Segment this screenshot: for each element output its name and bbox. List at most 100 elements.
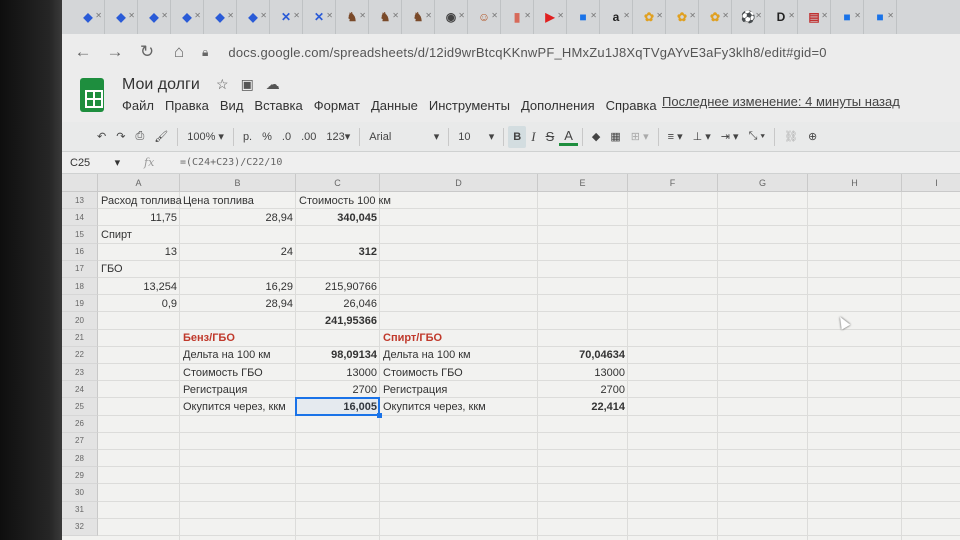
font-size-select[interactable]: 10 ▾ (453, 126, 499, 148)
merge-cells-icon[interactable]: ⊞ ▾ (626, 126, 654, 148)
column-header[interactable]: G (718, 174, 808, 192)
sheets-logo-icon[interactable] (80, 78, 104, 112)
column-header[interactable]: E (538, 174, 628, 192)
vertical-align-icon[interactable]: ⊥ ▾ (688, 126, 716, 148)
browser-tab[interactable]: ■ ✕ (864, 0, 897, 34)
cell-b21[interactable]: Бенз/ГБО (180, 330, 296, 347)
select-all-corner[interactable] (62, 174, 98, 192)
row-header[interactable]: 32 (62, 518, 98, 536)
close-tab-icon[interactable]: ✕ (128, 11, 135, 20)
menu-item[interactable]: Инструменты (429, 98, 510, 113)
reload-icon[interactable]: ↻ (138, 42, 156, 62)
row-header[interactable]: 18 (62, 278, 98, 296)
browser-tab[interactable]: ◆ ✕ (171, 0, 204, 34)
cell-c19[interactable]: 26,046 (296, 295, 380, 312)
address-bar[interactable]: docs.google.com/spreadsheets/d/12id9wrBt… (228, 45, 826, 60)
number-format-select[interactable]: 123 ▾ (321, 126, 355, 148)
cell-b13[interactable]: Цена топлива (180, 192, 296, 209)
cell-c24[interactable]: 2700 (296, 381, 380, 398)
browser-tab[interactable]: ▤ ✕ (798, 0, 831, 34)
close-tab-icon[interactable]: ✕ (392, 11, 399, 20)
forward-icon[interactable]: → (106, 42, 124, 62)
cell-d23[interactable]: Стоимость ГБО (380, 364, 538, 381)
menu-item[interactable]: Вид (220, 98, 244, 113)
browser-tab[interactable]: ♞ ✕ (336, 0, 369, 34)
browser-tab[interactable]: ■ ✕ (831, 0, 864, 34)
name-box[interactable]: C25 ▾ (62, 156, 144, 169)
close-tab-icon[interactable]: ✕ (722, 11, 729, 20)
fill-handle[interactable] (377, 412, 382, 418)
close-tab-icon[interactable]: ✕ (227, 11, 234, 20)
browser-tab[interactable]: ◉ ✕ (435, 0, 468, 34)
menu-item[interactable]: Формат (314, 98, 360, 113)
close-tab-icon[interactable]: ✕ (755, 11, 762, 20)
cell-d22[interactable]: Дельта на 100 км (380, 347, 538, 364)
browser-tab[interactable]: ⚽ ✕ (732, 0, 765, 34)
browser-tab[interactable]: ♞ ✕ (402, 0, 435, 34)
cell-b16[interactable]: 24 (180, 244, 296, 261)
undo-icon[interactable]: ↶ (92, 126, 111, 148)
text-rotate-icon[interactable]: ⤡ ▾ (744, 126, 770, 148)
zoom-select[interactable]: 100% ▾ (182, 126, 229, 148)
row-header[interactable]: 13 (62, 192, 98, 210)
cell-c14[interactable]: 340,045 (296, 209, 380, 226)
row-header[interactable]: 30 (62, 484, 98, 502)
bold-button[interactable]: B (508, 125, 527, 148)
close-tab-icon[interactable]: ✕ (293, 11, 300, 20)
cell-c18[interactable]: 215,90766 (296, 278, 380, 295)
cell-a14[interactable]: 11,75 (98, 209, 180, 226)
browser-tab[interactable]: ■ ✕ (567, 0, 600, 34)
cell-d24[interactable]: Регистрация (380, 381, 538, 398)
browser-tab[interactable]: D ✕ (765, 0, 798, 34)
horizontal-align-icon[interactable]: ≡ ▾ (663, 126, 688, 148)
browser-tab[interactable]: ◆ ✕ (105, 0, 138, 34)
browser-tab[interactable]: a ✕ (600, 0, 633, 34)
row-header[interactable]: 24 (62, 381, 98, 399)
column-header[interactable]: A (98, 174, 180, 192)
insert-comment-icon[interactable]: ⊕ (803, 126, 822, 148)
browser-tab[interactable]: ✿ ✕ (666, 0, 699, 34)
row-header[interactable]: 26 (62, 415, 98, 433)
menu-item[interactable]: Вставка (254, 98, 302, 113)
cell-c13[interactable]: Стоимость 100 км (296, 192, 391, 209)
cell-c20[interactable]: 241,95366 (296, 312, 380, 329)
row-header[interactable]: 25 (62, 398, 98, 416)
menu-item[interactable]: Дополнения (521, 98, 595, 113)
browser-tab[interactable]: ◆ ✕ (204, 0, 237, 34)
row-header[interactable]: 28 (62, 450, 98, 468)
column-header[interactable]: C (296, 174, 380, 192)
decrease-decimal-button[interactable]: .0 (277, 126, 296, 148)
cell-e25[interactable]: 22,414 (538, 398, 628, 415)
cell-b24[interactable]: Регистрация (180, 381, 296, 398)
row-header[interactable]: 14 (62, 209, 98, 227)
cell-e22[interactable]: 70,04634 (538, 347, 628, 364)
browser-tab[interactable]: ✕ ✕ (270, 0, 303, 34)
browser-tab[interactable]: ☺ ✕ (468, 0, 501, 34)
document-title[interactable]: Мои долги (122, 76, 200, 94)
close-tab-icon[interactable]: ✕ (260, 11, 267, 20)
last-edit-link[interactable]: Последнее изменение: 4 минуты назад (662, 94, 900, 109)
column-header[interactable]: H (808, 174, 902, 192)
close-tab-icon[interactable]: ✕ (95, 11, 102, 20)
insert-link-icon[interactable]: ⛓ (779, 126, 803, 148)
cell-b19[interactable]: 28,94 (180, 295, 296, 312)
row-header[interactable]: 15 (62, 226, 98, 244)
close-tab-icon[interactable]: ✕ (623, 11, 630, 20)
back-icon[interactable]: ← (74, 42, 92, 62)
cell-b22[interactable]: Дельта на 100 км (180, 347, 296, 364)
row-header[interactable]: 19 (62, 295, 98, 313)
cell-a19[interactable]: 0,9 (98, 295, 180, 312)
row-header[interactable]: 29 (62, 467, 98, 485)
close-tab-icon[interactable]: ✕ (326, 11, 333, 20)
close-tab-icon[interactable]: ✕ (425, 11, 432, 20)
column-header[interactable]: I (902, 174, 960, 192)
close-tab-icon[interactable]: ✕ (359, 11, 366, 20)
close-tab-icon[interactable]: ✕ (458, 11, 465, 20)
percent-button[interactable]: % (257, 126, 277, 148)
font-select[interactable]: Arial ▾ (364, 126, 444, 148)
close-tab-icon[interactable]: ✕ (788, 11, 795, 20)
row-header[interactable]: 27 (62, 432, 98, 450)
row-header[interactable]: 22 (62, 346, 98, 364)
cell-b14[interactable]: 28,94 (180, 209, 296, 226)
cell-b25[interactable]: Окупится через, ккм (180, 398, 296, 415)
